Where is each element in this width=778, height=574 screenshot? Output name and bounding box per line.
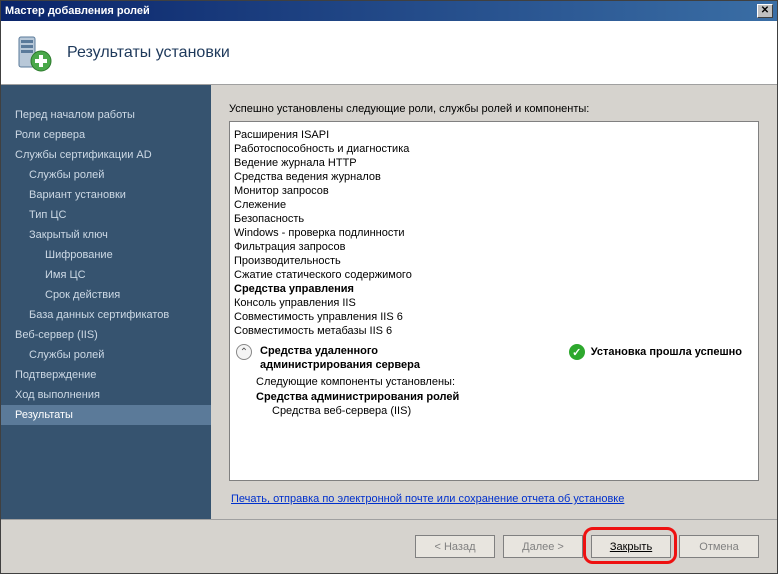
result-item: Расширения ISAPI: [234, 128, 754, 142]
cancel-button: Отмена: [679, 535, 759, 558]
result-item: Ведение журнала HTTP: [234, 156, 754, 170]
next-button: Далее >: [503, 535, 583, 558]
result-item: Слежение: [234, 198, 754, 212]
server-role-icon: [13, 33, 53, 73]
wizard-window: Мастер добавления ролей ✕ Результаты уст…: [0, 0, 778, 574]
window-title: Мастер добавления ролей: [5, 5, 150, 17]
result-item: Производительность: [234, 254, 754, 268]
result-item: Сжатие статического содержимого: [234, 268, 754, 282]
sidebar-item[interactable]: Закрытый ключ: [1, 225, 211, 245]
components-group: Средства администрирования ролей: [234, 390, 754, 404]
sidebar-item[interactable]: Ход выполнения: [1, 385, 211, 405]
result-item: Монитор запросов: [234, 184, 754, 198]
sidebar-item[interactable]: Результаты: [1, 405, 211, 425]
titlebar: Мастер добавления ролей ✕: [1, 1, 777, 21]
result-item: Windows - проверка подлинности: [234, 226, 754, 240]
wizard-header: Результаты установки: [1, 21, 777, 85]
section-title: Средства удаленного администрирования се…: [260, 344, 420, 372]
chevron-up-icon[interactable]: ⌃: [236, 344, 252, 360]
result-item: Работоспособность и диагностика: [234, 142, 754, 156]
sidebar-item[interactable]: Веб-сервер (IIS): [1, 325, 211, 345]
sidebar-item[interactable]: База данных сертификатов: [1, 305, 211, 325]
remote-admin-section: ⌃ Средства удаленного администрирования …: [234, 338, 754, 374]
sidebar-item[interactable]: Службы ролей: [1, 165, 211, 185]
close-icon[interactable]: ✕: [757, 4, 773, 18]
wizard-sidebar: Перед началом работыРоли сервераСлужбы с…: [1, 85, 211, 519]
report-link[interactable]: Печать, отправка по электронной почте ил…: [229, 481, 759, 509]
components-item: Средства веб-сервера (IIS): [234, 404, 754, 421]
sidebar-item[interactable]: Шифрование: [1, 245, 211, 265]
sidebar-item[interactable]: Имя ЦС: [1, 265, 211, 285]
sidebar-item[interactable]: Тип ЦС: [1, 205, 211, 225]
components-note: Следующие компоненты установлены:: [234, 374, 754, 390]
sidebar-item[interactable]: Подтверждение: [1, 365, 211, 385]
success-icon: ✓: [569, 344, 585, 360]
page-title: Результаты установки: [67, 44, 230, 62]
result-item: Консоль управления IIS: [234, 296, 754, 310]
results-listbox[interactable]: Расширения ISAPIРаботоспособность и диаг…: [229, 121, 759, 481]
result-item: Средства ведения журналов: [234, 170, 754, 184]
back-button: < Назад: [415, 535, 495, 558]
sidebar-item[interactable]: Срок действия: [1, 285, 211, 305]
result-item: Совместимость управления IIS 6: [234, 310, 754, 324]
sidebar-item[interactable]: Службы сертификации AD: [1, 145, 211, 165]
wizard-footer: < Назад Далее > Закрыть Отмена: [1, 519, 777, 573]
sidebar-item[interactable]: Вариант установки: [1, 185, 211, 205]
sidebar-item[interactable]: Перед началом работы: [1, 105, 211, 125]
result-item: Фильтрация запросов: [234, 240, 754, 254]
status-badge: ✓ Установка прошла успешно: [569, 344, 754, 360]
sidebar-item[interactable]: Роли сервера: [1, 125, 211, 145]
result-item: Совместимость метабазы IIS 6: [234, 324, 754, 338]
sidebar-item[interactable]: Службы ролей: [1, 345, 211, 365]
close-button[interactable]: Закрыть: [591, 535, 671, 558]
result-item: Средства управления: [234, 282, 754, 296]
main-panel: Успешно установлены следующие роли, служ…: [211, 85, 777, 519]
result-item: Безопасность: [234, 212, 754, 226]
intro-text: Успешно установлены следующие роли, служ…: [229, 103, 759, 115]
